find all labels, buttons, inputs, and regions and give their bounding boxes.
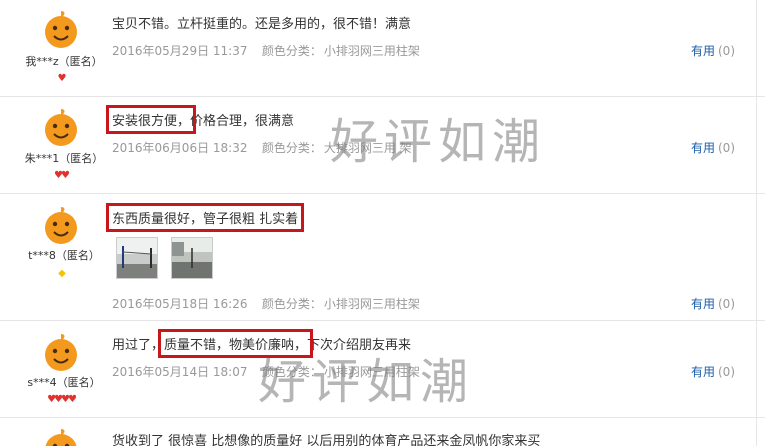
useful-label[interactable]: 有用 xyxy=(691,44,715,58)
avatar-mascot-icon xyxy=(40,106,82,148)
heart-icon: ♥ xyxy=(67,394,77,405)
heart-icon: ♥ xyxy=(61,170,70,181)
color-label: 颜色分类： xyxy=(261,44,322,58)
color-value: 小排羽网三用柱架 xyxy=(323,44,420,58)
avatar[interactable] xyxy=(40,204,82,246)
divider xyxy=(756,418,757,446)
divider xyxy=(756,321,757,417)
avatar[interactable] xyxy=(40,106,82,148)
credit-badges: ♥♥ xyxy=(0,171,124,181)
review-photo-thumbnail[interactable] xyxy=(116,237,158,279)
color-label: 颜色分类： xyxy=(261,141,322,155)
review-meta: 2016年05月29日 11:37 颜色分类： 小排羽网三用柱架 xyxy=(112,42,420,59)
review-item: 货收到了 很惊喜 比想像的质量好 以后用别的体育产品还来金凤帆你家来买 xyxy=(0,418,765,446)
username[interactable]: t***8（匿名） xyxy=(14,247,114,263)
review-item: 朱***1（匿名） ♥♥ 安装很方便，价格合理，很满意 2016年06月06日 … xyxy=(0,97,765,194)
divider xyxy=(756,0,757,96)
avatar-mascot-icon xyxy=(40,426,82,446)
color-label: 颜色分类： xyxy=(261,365,322,379)
photo-net-stand-image xyxy=(117,238,157,278)
useful-label[interactable]: 有用 xyxy=(691,141,715,155)
review-date: 2016年05月14日 18:07 xyxy=(112,365,248,379)
credit-badges: ♥ xyxy=(0,74,124,84)
review-item: t***8（匿名） ◆ 东西质量很好，管子很粗 扎实着 2016年05月18日 … xyxy=(0,194,765,321)
review-meta: 2016年06月06日 18:32 颜色分类： 大排羽网三用 架 xyxy=(112,139,412,156)
avatar-mascot-icon xyxy=(40,204,82,246)
highlighted-text: 安装很方便， xyxy=(105,105,197,134)
useful-count: (0) xyxy=(718,141,735,155)
avatar[interactable] xyxy=(40,8,82,50)
color-value: 小排羽网三用柱架 xyxy=(323,297,420,311)
review-text: 用过了， xyxy=(112,338,165,353)
useful-button[interactable]: 有用 (0) xyxy=(691,363,735,380)
highlighted-text: 东西质量很好，管子很粗 扎实着 xyxy=(105,203,305,232)
divider xyxy=(756,194,757,320)
useful-label[interactable]: 有用 xyxy=(691,297,715,311)
avatar-mascot-icon xyxy=(40,8,82,50)
review-text: 价格合理，很满意 xyxy=(190,114,295,129)
review-text: 下次介绍朋友再来 xyxy=(307,338,412,353)
avatar-mascot-icon xyxy=(40,331,82,373)
review-text: 宝贝不错。立杆挺重的。还是多用的，很不错！满意 xyxy=(112,17,412,32)
color-value: 小排羽网三用柱架 xyxy=(323,365,420,379)
review-photos xyxy=(116,237,221,279)
heart-icon: ♥ xyxy=(57,73,67,84)
username[interactable]: 我***z（匿名） xyxy=(14,53,114,69)
review-text: 货收到了 很惊喜 比想像的质量好 以后用别的体育产品还来金凤帆你家来买 xyxy=(112,434,541,446)
username[interactable]: 朱***1（匿名） xyxy=(14,150,114,166)
useful-count: (0) xyxy=(718,44,735,58)
color-label: 颜色分类： xyxy=(261,297,322,311)
useful-button[interactable]: 有用 (0) xyxy=(691,295,735,312)
photo-court-image xyxy=(172,238,213,278)
review-content: 宝贝不错。立杆挺重的。还是多用的，很不错！满意 xyxy=(112,13,411,32)
useful-label[interactable]: 有用 xyxy=(691,365,715,379)
highlighted-text: 质量不错，物美价廉呐， xyxy=(158,329,314,358)
diamond-icon: ◆ xyxy=(58,268,66,279)
avatar[interactable] xyxy=(40,331,82,373)
review-date: 2016年05月29日 11:37 xyxy=(112,44,248,58)
review-date: 2016年06月06日 18:32 xyxy=(112,141,248,155)
review-item: 我***z（匿名） ♥ 宝贝不错。立杆挺重的。还是多用的，很不错！满意 2016… xyxy=(0,0,765,97)
useful-button[interactable]: 有用 (0) xyxy=(691,42,735,59)
divider xyxy=(756,97,757,193)
review-content: 货收到了 很惊喜 比想像的质量好 以后用别的体育产品还来金凤帆你家来买 xyxy=(112,430,540,446)
avatar[interactable] xyxy=(40,426,82,446)
credit-badges: ♥♥♥♥ xyxy=(0,395,124,405)
useful-count: (0) xyxy=(718,297,735,311)
review-content: 安装很方便，价格合理，很满意 xyxy=(105,105,295,134)
useful-count: (0) xyxy=(718,365,735,379)
review-content: 用过了，质量不错，物美价廉呐，下次介绍朋友再来 xyxy=(112,329,412,358)
review-content: 东西质量很好，管子很粗 扎实着 xyxy=(105,203,305,232)
useful-button[interactable]: 有用 (0) xyxy=(691,139,735,156)
review-meta: 2016年05月18日 16:26 颜色分类： 小排羽网三用柱架 xyxy=(112,295,420,312)
review-date: 2016年05月18日 16:26 xyxy=(112,297,248,311)
review-item: s***4（匿名） ♥♥♥♥ 用过了，质量不错，物美价廉呐，下次介绍朋友再来 2… xyxy=(0,321,765,418)
color-value: 大排羽网三用 架 xyxy=(323,141,412,155)
username[interactable]: s***4（匿名） xyxy=(14,374,114,390)
review-meta: 2016年05月14日 18:07 颜色分类： 小排羽网三用柱架 xyxy=(112,363,420,380)
credit-badges: ◆ xyxy=(0,269,124,279)
review-photo-thumbnail[interactable] xyxy=(171,237,214,279)
